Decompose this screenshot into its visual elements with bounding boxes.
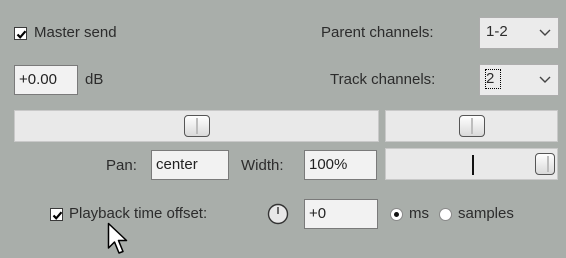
- ms-radio[interactable]: [390, 208, 403, 221]
- width-fader-thumb[interactable]: [535, 153, 555, 175]
- parent-channels-label: Parent channels:: [321, 24, 434, 41]
- master-send-label[interactable]: Master send: [34, 24, 117, 42]
- playback-offset-checkbox[interactable]: [50, 208, 63, 221]
- volume-fader-track[interactable]: [14, 110, 379, 142]
- check-icon: [16, 30, 27, 39]
- track-channels-value: 2: [484, 69, 502, 89]
- pan-label: Pan:: [106, 157, 137, 174]
- volume-unit-label: dB: [85, 71, 104, 88]
- ms-radio-label[interactable]: ms: [409, 205, 429, 223]
- mouse-pointer-icon: [107, 222, 128, 254]
- playback-offset-label[interactable]: Playback time offset:: [69, 205, 207, 223]
- master-send-checkbox[interactable]: [14, 27, 27, 40]
- width-label: Width:: [241, 157, 284, 174]
- chevron-down-icon: [539, 76, 551, 83]
- clock-icon[interactable]: [267, 203, 289, 225]
- width-fader-center-line: [472, 155, 474, 175]
- playback-offset-input[interactable]: +0: [304, 199, 378, 229]
- parent-channels-select[interactable]: 1-2: [479, 17, 559, 49]
- width-input[interactable]: 100%: [304, 150, 377, 180]
- pan-input[interactable]: center: [151, 150, 229, 180]
- track-channels-select[interactable]: 2: [479, 64, 559, 96]
- pan-fader-track[interactable]: [385, 110, 558, 142]
- volume-input[interactable]: +0.00: [14, 65, 78, 95]
- pan-fader-thumb[interactable]: [458, 115, 485, 137]
- track-channels-label: Track channels:: [330, 71, 436, 88]
- check-icon: [52, 211, 63, 220]
- samples-radio-label[interactable]: samples: [458, 205, 514, 223]
- chevron-down-icon: [539, 29, 551, 36]
- samples-radio[interactable]: [439, 208, 452, 221]
- parent-channels-value: 1-2: [486, 23, 508, 40]
- width-fader-track[interactable]: [385, 148, 558, 180]
- volume-fader-thumb[interactable]: [183, 115, 210, 137]
